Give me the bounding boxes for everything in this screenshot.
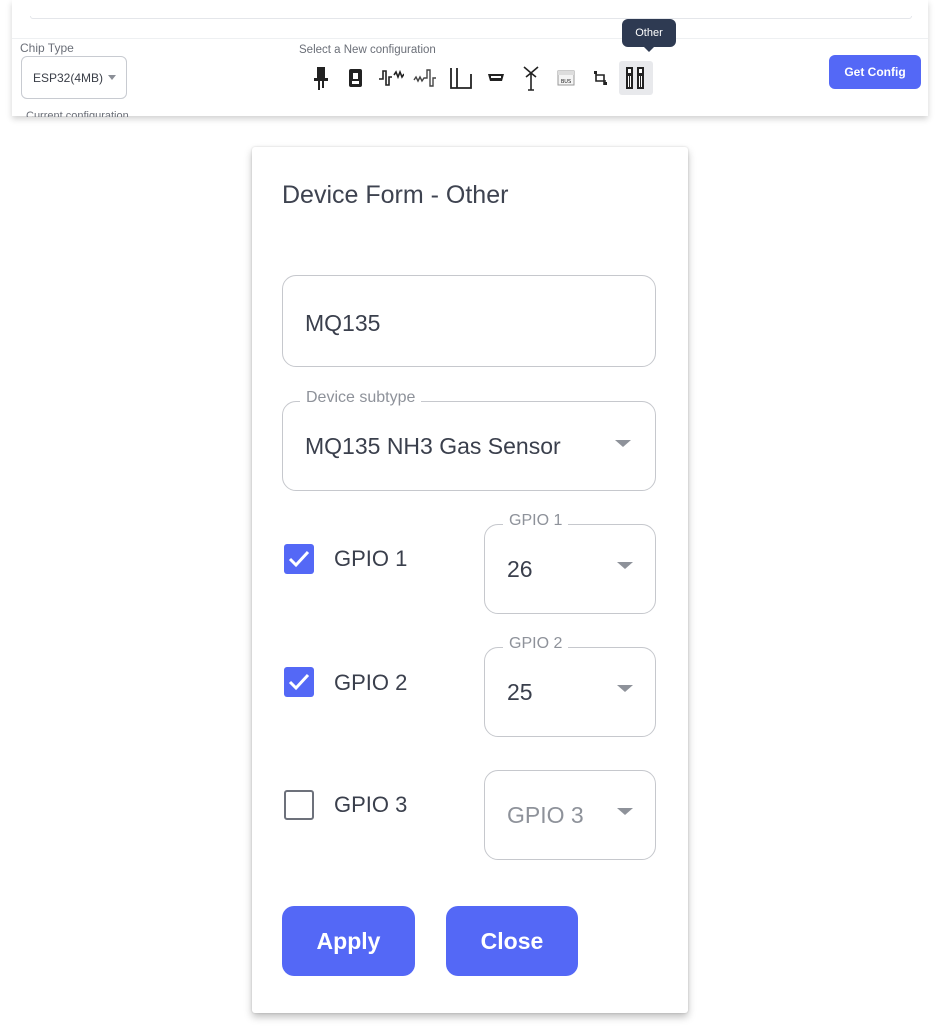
device-name-input[interactable]: MQ135 [282,275,656,367]
device-subtype-select[interactable]: Device subtype MQ135 NH3 Gas Sensor [282,389,656,491]
chevron-down-icon [615,440,631,447]
device-form-dialog: Device Form - Other MQ135 Device subtype… [252,147,688,1013]
chevron-down-icon [108,75,116,80]
device-name-value: MQ135 [305,310,381,336]
chevron-down-icon [617,685,633,692]
chevron-down-icon [617,562,633,569]
config-label: Select a New configuration [299,44,436,56]
bus-icon[interactable]: BUS [549,61,583,95]
device-subtype-value: MQ135 NH3 Gas Sensor [305,433,561,459]
check-icon [288,673,310,691]
close-button[interactable]: Close [446,906,578,976]
relay-icon[interactable] [339,61,373,95]
check-icon [288,550,310,568]
analog-icon[interactable] [409,61,443,95]
config-toolbar: Chip Type ESP32(4MB) Select a New config… [12,0,928,117]
apply-button[interactable]: Apply [282,906,415,976]
antenna-icon[interactable] [514,61,548,95]
gpio-3-label: GPIO 3 [334,792,408,817]
gpio-1-select[interactable]: GPIO 1 26 [484,512,656,614]
config-icon-bar: BUS [304,61,654,95]
current-config-label: Current configuration [26,111,129,117]
get-config-button[interactable]: Get Config [829,55,921,89]
gpio-2-select-label: GPIO 2 [503,635,569,653]
gpio-2-checkbox[interactable] [284,667,314,697]
svg-text:BUS: BUS [561,79,571,85]
other-icon[interactable] [619,61,653,95]
led-icon[interactable] [304,61,338,95]
chip-type-value: ESP32(4MB) [33,70,104,85]
gpio-1-select-label: GPIO 1 [503,512,569,530]
gpio-3-checkbox[interactable] [284,790,314,820]
display-icon[interactable] [479,61,513,95]
chevron-down-icon [617,808,633,815]
tooltip-other: Other [622,19,676,52]
switch-icon[interactable] [444,61,478,95]
gpio-2-label: GPIO 2 [334,670,408,695]
gpio-2-value: 25 [507,679,533,705]
chip-type-label: Chip Type [20,41,74,55]
device-subtype-label: Device subtype [300,389,422,407]
gpio-1-value: 26 [507,556,533,582]
gpio-1-label: GPIO 1 [334,546,408,571]
pwm-icon[interactable] [374,61,408,95]
gpio-3-value: GPIO 3 [507,802,584,828]
dialog-title: Device Form - Other [282,181,509,209]
top-input-edge [30,16,912,19]
gpio-3-select[interactable]: GPIO 3 [484,770,656,860]
gpio-2-select[interactable]: GPIO 2 25 [484,635,656,737]
gpio-1-checkbox[interactable] [284,544,314,574]
i2c-icon[interactable] [584,61,618,95]
divider [12,38,928,39]
chip-type-select[interactable]: ESP32(4MB) [21,56,127,99]
